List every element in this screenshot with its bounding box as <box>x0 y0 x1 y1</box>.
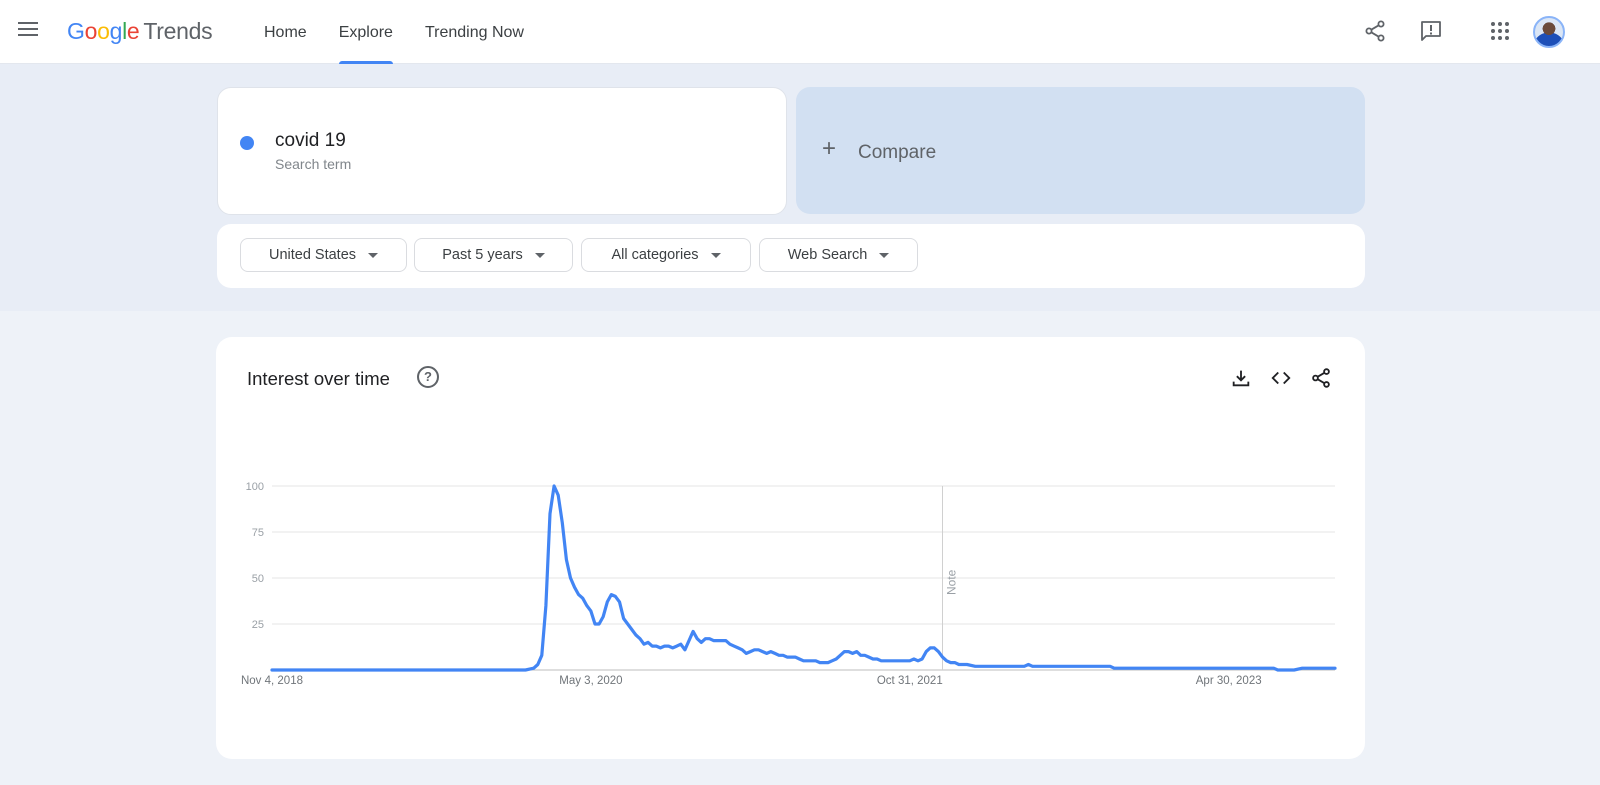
x-tick-label: Oct 31, 2021 <box>877 675 943 687</box>
search-term-card[interactable]: covid 19 Search term <box>217 87 787 215</box>
region-filter-label: United States <box>268 247 357 263</box>
series-color-dot <box>240 136 254 150</box>
nav-trending-now[interactable]: Trending Now <box>425 0 524 64</box>
interest-line-chart[interactable]: 25 50 75 100 Nov 4, 2018 May 3, 2020 Oct 31, … <box>230 470 1350 700</box>
x-tick-label: May 3, 2020 <box>559 675 622 687</box>
help-icon[interactable]: ? <box>417 366 439 388</box>
time-range-filter-label: Past 5 years <box>442 247 523 263</box>
region-filter[interactable]: United States <box>240 238 407 272</box>
x-tick-label: Nov 4, 2018 <box>241 675 303 687</box>
google-trends-logo[interactable]: Google Trends <box>67 18 213 45</box>
y-tick-label: 25 <box>252 619 264 631</box>
top-app-bar: Google Trends Home Explore Trending Now <box>0 0 1600 64</box>
search-type-filter[interactable]: Web Search <box>759 238 918 272</box>
chart-title: Interest over time <box>247 368 390 389</box>
dropdown-arrow-icon <box>534 252 545 258</box>
dropdown-arrow-icon <box>879 252 890 258</box>
download-icon[interactable] <box>1230 367 1252 389</box>
compare-button[interactable]: + Compare <box>796 87 1365 214</box>
nav-explore[interactable]: Explore <box>338 0 394 64</box>
time-range-filter[interactable]: Past 5 years <box>414 238 573 272</box>
embed-code-icon[interactable] <box>1270 367 1292 389</box>
plus-icon: + <box>822 135 837 162</box>
compare-label: Compare <box>858 142 937 163</box>
filters-bar: United States Past 5 years All categorie… <box>217 224 1365 288</box>
main-nav: Home Explore Trending Now <box>264 0 556 64</box>
feedback-icon[interactable] <box>1419 19 1443 43</box>
dropdown-arrow-icon <box>368 252 379 258</box>
share-icon[interactable] <box>1310 367 1332 389</box>
nav-home[interactable]: Home <box>264 0 307 64</box>
search-term-name[interactable]: covid 19 <box>275 130 346 152</box>
search-type-filter-label: Web Search <box>787 247 868 263</box>
category-filter-label: All categories <box>611 247 699 263</box>
note-annotation-label: Note <box>945 569 959 595</box>
y-tick-label: 75 <box>252 527 264 539</box>
dropdown-arrow-icon <box>710 252 721 258</box>
main-menu-icon[interactable] <box>18 22 38 38</box>
share-icon[interactable] <box>1363 19 1387 43</box>
category-filter[interactable]: All categories <box>581 238 751 272</box>
search-term-type: Search term <box>275 156 352 172</box>
y-tick-label: 100 <box>246 481 264 493</box>
y-tick-label: 50 <box>252 573 264 585</box>
x-tick-label: Apr 30, 2023 <box>1196 675 1262 687</box>
account-avatar[interactable] <box>1533 16 1565 48</box>
apps-grid-icon[interactable] <box>1488 19 1512 43</box>
